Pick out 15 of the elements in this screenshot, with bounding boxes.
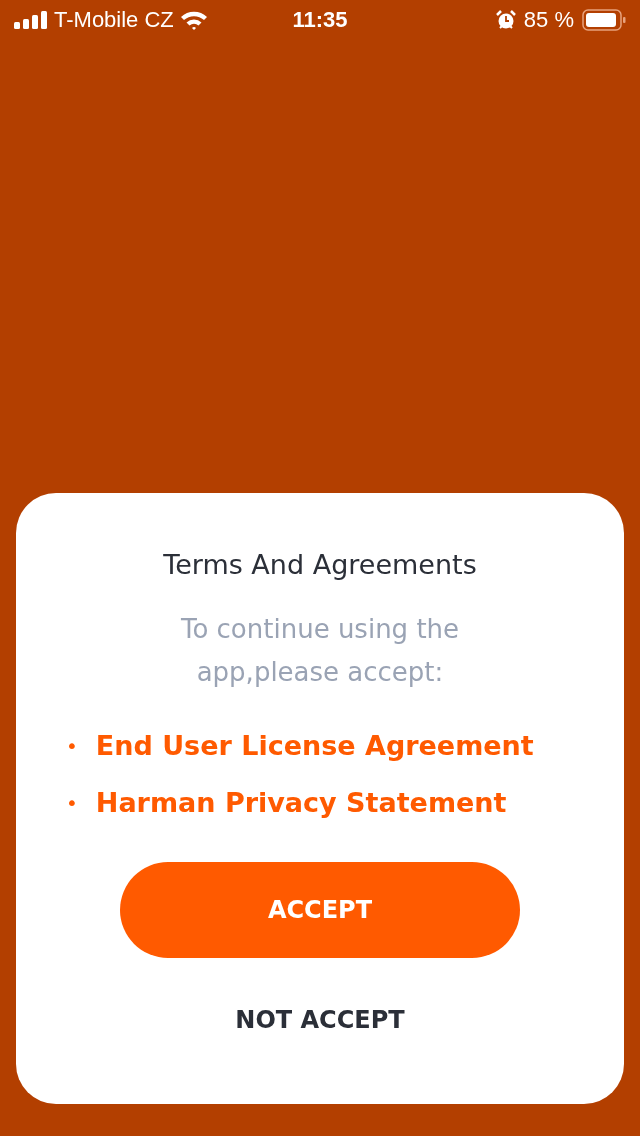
wifi-icon bbox=[179, 10, 208, 30]
accept-button[interactable]: ACCEPT bbox=[120, 862, 520, 958]
clock-time: 11:35 bbox=[292, 7, 348, 33]
battery-percent: 85 % bbox=[523, 7, 574, 33]
decline-button[interactable]: NOT ACCEPT bbox=[229, 1000, 411, 1040]
bullet: • bbox=[66, 790, 78, 815]
dialog-title: Terms And Agreements bbox=[163, 549, 477, 580]
alarm-clock-icon bbox=[495, 10, 516, 30]
battery-icon bbox=[582, 9, 626, 31]
bullet: • bbox=[66, 733, 78, 758]
dialog-message: To continue using the app,please accept: bbox=[179, 613, 461, 689]
agreement-link[interactable]: Harman Privacy Statement bbox=[95, 787, 507, 818]
agreement-link[interactable]: End User License Agreement bbox=[95, 730, 534, 761]
signal-icon bbox=[14, 11, 48, 29]
carrier-name: T-Mobile CZ bbox=[54, 7, 174, 33]
